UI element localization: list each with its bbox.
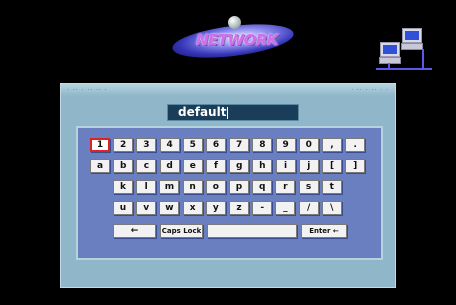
key-r[interactable]: r (275, 180, 296, 194)
key-n[interactable]: n (182, 180, 203, 194)
panel-title-strip: · ·· · ·· ·· · · ·· · ·· · · (61, 84, 395, 96)
text-cursor (227, 106, 229, 119)
key-x[interactable]: x (182, 201, 203, 215)
key-m[interactable]: m (159, 180, 180, 194)
key-e[interactable]: e (182, 159, 203, 173)
key-w[interactable]: w (159, 201, 180, 215)
key-period[interactable]: . (345, 138, 366, 152)
key-underscore[interactable]: _ (275, 201, 296, 215)
key-left-bracket[interactable]: [ (322, 159, 342, 173)
key-f[interactable]: f (206, 159, 226, 173)
key-h[interactable]: h (252, 159, 273, 173)
key-3[interactable]: 3 (136, 138, 157, 152)
key-u[interactable]: u (113, 201, 133, 215)
key-k[interactable]: k (113, 180, 133, 194)
key-i[interactable]: i (275, 159, 296, 173)
key-s[interactable]: s (298, 180, 319, 194)
space-key[interactable] (207, 224, 297, 238)
key-t[interactable]: t (321, 180, 342, 194)
backspace-key[interactable]: ← (113, 224, 156, 238)
key-z[interactable]: z (229, 201, 249, 215)
key-q[interactable]: q (252, 180, 273, 194)
key-8[interactable]: 8 (252, 138, 273, 152)
key-0[interactable]: 0 (298, 138, 319, 152)
key-b[interactable]: b (113, 159, 134, 173)
enter-key[interactable]: Enter ← (301, 224, 347, 238)
key-4[interactable]: 4 (159, 138, 180, 152)
input-value: default (178, 105, 227, 119)
key-6[interactable]: 6 (206, 138, 226, 152)
key-j[interactable]: j (298, 159, 319, 173)
key-hyphen[interactable]: - (252, 201, 273, 215)
key-5[interactable]: 5 (182, 138, 203, 152)
onscreen-keyboard: 1 2 3 4 5 6 7 8 9 0,. a b c d e f g h i j[] k l m n o p q r s t u v w x y z… (76, 126, 383, 260)
key-9[interactable]: 9 (275, 138, 296, 152)
key-y[interactable]: y (205, 201, 226, 215)
logo-ball-graphic (228, 16, 241, 29)
key-g[interactable]: g (229, 159, 250, 173)
key-2[interactable]: 2 (113, 138, 134, 152)
network-logo: NETWORK (170, 16, 296, 66)
key-a[interactable]: a (90, 159, 110, 173)
logo-text: NETWORK (196, 31, 279, 49)
keyboard-panel: · ·· · ·· ·· · · ·· · ·· · · default 123… (60, 83, 396, 288)
key-comma[interactable]: , (322, 138, 342, 152)
key-1[interactable]: 1 (90, 138, 110, 152)
key-7[interactable]: 7 (229, 138, 250, 152)
caps-lock-key[interactable]: Caps Lock (160, 224, 203, 238)
key-slash[interactable]: / (298, 201, 319, 215)
key-right-bracket[interactable]: ] (345, 159, 366, 173)
key-c[interactable]: c (136, 159, 157, 173)
network-computers-icon (376, 28, 436, 78)
key-backslash[interactable]: \ (321, 201, 342, 215)
key-o[interactable]: o (205, 180, 226, 194)
key-p[interactable]: p (229, 180, 249, 194)
key-l[interactable]: l (136, 180, 157, 194)
key-d[interactable]: d (159, 159, 180, 173)
key-v[interactable]: v (136, 201, 157, 215)
text-input-field[interactable]: default (167, 104, 299, 121)
